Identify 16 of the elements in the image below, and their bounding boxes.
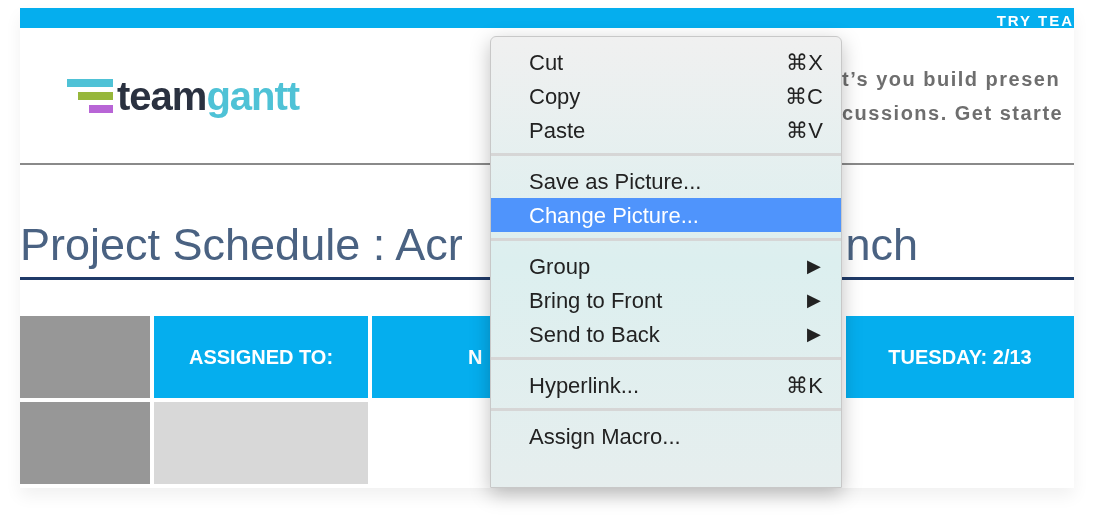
page-title: nch [845, 222, 918, 267]
menu-item[interactable]: Group ▶ [491, 249, 841, 283]
intro-text: cussions. Get starte [842, 100, 1065, 125]
menu-item[interactable]: Copy ⌘C [491, 79, 841, 113]
logo-bars-icon [67, 78, 113, 113]
menu-item[interactable]: Send to Back ▶ [491, 317, 841, 351]
menu-item[interactable]: Paste ⌘V [491, 113, 841, 147]
menu-item[interactable]: Save as Picture... [491, 164, 841, 198]
menu-item[interactable]: Assign Macro... [491, 419, 841, 453]
menu-item[interactable]: Bring to Front ▶ [491, 283, 841, 317]
page-title: Project Schedule : Acr [20, 222, 463, 267]
intro-text: t’s you build presen [842, 66, 1062, 91]
table-header-cell: ASSIGNED TO: [154, 316, 368, 398]
logo: teamgantt [67, 75, 300, 116]
table-header-cell: TUESDAY: 2/13 [846, 316, 1074, 398]
menu-item[interactable]: Cut ⌘X [491, 45, 841, 79]
